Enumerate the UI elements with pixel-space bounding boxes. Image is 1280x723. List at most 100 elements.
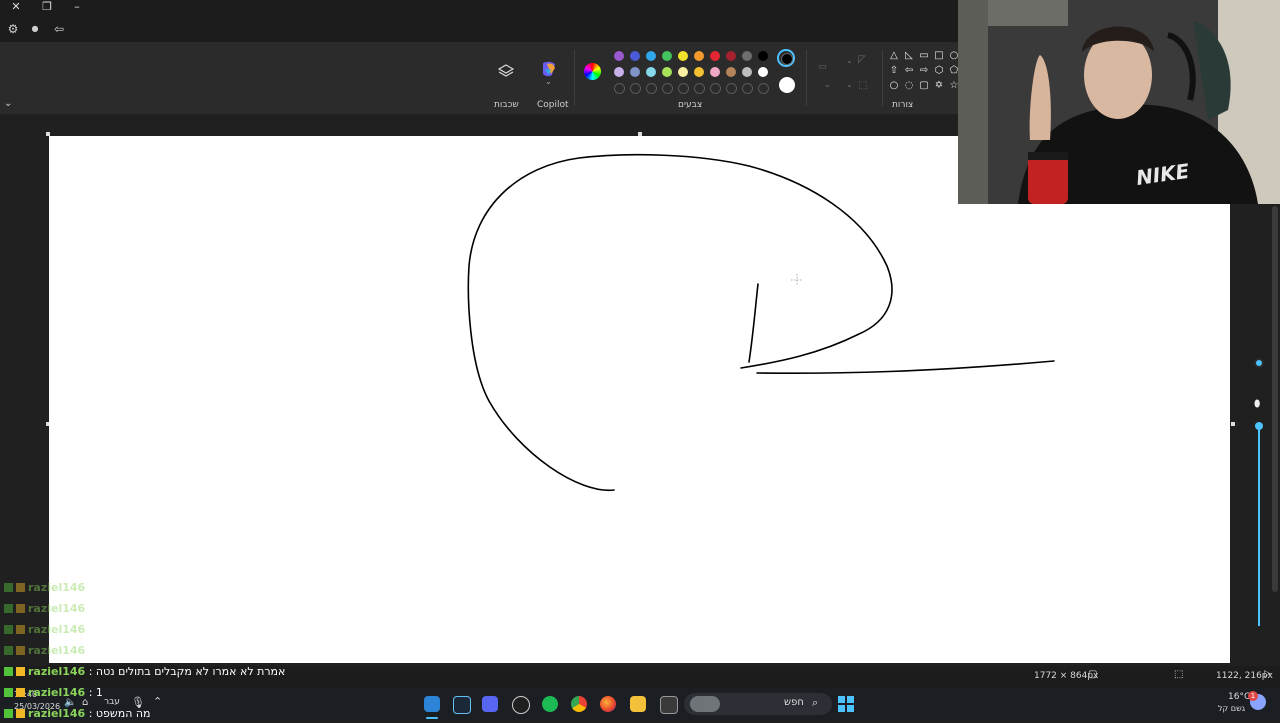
palette-swatch[interactable] bbox=[662, 51, 672, 61]
clock-date: 25/03/2026 bbox=[14, 702, 61, 711]
palette-swatch[interactable] bbox=[662, 67, 672, 77]
divider bbox=[882, 50, 883, 106]
resize-handle[interactable] bbox=[1231, 422, 1235, 426]
palette-swatch[interactable] bbox=[630, 67, 640, 77]
empty-swatch[interactable] bbox=[614, 83, 625, 94]
hexagon-shape-icon[interactable]: ⬡ bbox=[934, 66, 944, 76]
language-indicator[interactable]: עבר bbox=[104, 697, 120, 707]
palette-swatch[interactable] bbox=[726, 67, 736, 77]
account-icon[interactable]: ● bbox=[26, 20, 44, 38]
empty-swatch[interactable] bbox=[742, 83, 753, 94]
steam-icon[interactable] bbox=[453, 696, 471, 714]
palette-swatch[interactable] bbox=[710, 51, 720, 61]
fill-chevron-icon[interactable]: ⌄ bbox=[824, 80, 831, 89]
volume-icon[interactable]: 🔈 bbox=[64, 697, 76, 708]
shape-fill-icon[interactable]: ⬚ bbox=[858, 80, 867, 91]
palette-swatch[interactable] bbox=[742, 51, 752, 61]
search-highlight-icon bbox=[690, 696, 720, 712]
empty-swatch[interactable] bbox=[646, 83, 657, 94]
search-box[interactable]: חפש ⌕ bbox=[684, 693, 832, 715]
notification-badge: 1 bbox=[1248, 691, 1258, 701]
drop-icon: ⬮ bbox=[1254, 399, 1261, 410]
network-icon[interactable]: ⌂ bbox=[82, 697, 88, 708]
square-shape-icon[interactable]: □ bbox=[934, 51, 944, 61]
selection-icon: ⬚ bbox=[1174, 669, 1184, 680]
arrow-left-shape-icon[interactable]: ⇦ bbox=[904, 66, 914, 76]
palette-swatch[interactable] bbox=[758, 67, 768, 77]
palette-swatch[interactable] bbox=[646, 67, 656, 77]
search-icon: ⌕ bbox=[812, 696, 819, 709]
palette-swatch[interactable] bbox=[726, 51, 736, 61]
palette-swatch[interactable] bbox=[694, 51, 704, 61]
palette-swatch[interactable] bbox=[694, 67, 704, 77]
zoom-slider[interactable]: ⬮ bbox=[1252, 360, 1266, 630]
secondary-color[interactable] bbox=[779, 77, 795, 93]
copilot-chevron-icon[interactable]: ⌄ bbox=[545, 77, 552, 86]
restore-icon[interactable]: ❐ bbox=[38, 0, 56, 14]
empty-swatch[interactable] bbox=[662, 83, 673, 94]
arrow-right-shape-icon[interactable]: ⇨ bbox=[919, 66, 929, 76]
palette-swatch[interactable] bbox=[710, 67, 720, 77]
arrow-up-shape-icon[interactable]: ⇧ bbox=[889, 66, 899, 76]
paint-app-icon[interactable] bbox=[424, 696, 440, 712]
outline-chevron-icon[interactable]: ⌄ bbox=[846, 56, 853, 65]
palette-swatch[interactable] bbox=[678, 51, 688, 61]
primary-color[interactable] bbox=[777, 49, 795, 67]
palette-swatch[interactable] bbox=[630, 51, 640, 61]
empty-swatch[interactable] bbox=[678, 83, 689, 94]
tray-overflow-icon[interactable]: ⌃ bbox=[153, 695, 162, 708]
start-icon[interactable] bbox=[838, 696, 854, 712]
empty-swatch[interactable] bbox=[758, 83, 769, 94]
color-palette bbox=[612, 50, 772, 100]
vertical-scrollbar[interactable] bbox=[1272, 206, 1278, 592]
palette-swatch[interactable] bbox=[742, 67, 752, 77]
weather-desc[interactable]: גשם קל bbox=[1218, 704, 1245, 713]
palette-swatch[interactable] bbox=[678, 67, 688, 77]
drawing-canvas[interactable] bbox=[49, 136, 1230, 663]
size-chevron-icon[interactable]: ⌄ bbox=[846, 80, 853, 89]
empty-swatch[interactable] bbox=[726, 83, 737, 94]
round-callout-shape-icon[interactable]: ◌ bbox=[904, 81, 914, 91]
layers-icon[interactable] bbox=[496, 62, 516, 82]
weather-temp[interactable]: 16°C bbox=[1228, 692, 1250, 702]
palette-swatch[interactable] bbox=[614, 51, 624, 61]
empty-swatch[interactable] bbox=[710, 83, 721, 94]
ribbon: ⌄ שכבות ⌄ Copilot צבעים ▭ ⌄ ◸ ⌄ ⌄ ⬚ △ ◺ … bbox=[0, 42, 958, 114]
share-icon[interactable]: ⇦ bbox=[50, 20, 68, 38]
layers-label: שכבות bbox=[494, 100, 519, 110]
empty-swatch[interactable] bbox=[630, 83, 641, 94]
task-view-icon[interactable] bbox=[660, 696, 678, 714]
firefox-icon[interactable] bbox=[600, 696, 616, 712]
empty-swatch[interactable] bbox=[694, 83, 705, 94]
shapes-label: צורות bbox=[892, 100, 914, 110]
rect-callout-shape-icon[interactable]: ▢ bbox=[919, 81, 929, 91]
obs-icon[interactable] bbox=[512, 696, 530, 714]
triangle-shape-icon[interactable]: △ bbox=[889, 51, 899, 61]
palette-swatch[interactable] bbox=[758, 51, 768, 61]
outline-icon[interactable]: ▭ bbox=[818, 62, 834, 74]
fill-icon[interactable]: ◸ bbox=[858, 54, 866, 65]
star-six-shape-icon[interactable]: ✡ bbox=[934, 81, 944, 91]
color-wheel-icon[interactable] bbox=[584, 63, 601, 80]
slider-thumb[interactable] bbox=[1255, 422, 1263, 430]
minimize-icon[interactable]: – bbox=[68, 0, 86, 14]
palette-swatch[interactable] bbox=[646, 51, 656, 61]
chrome-icon[interactable] bbox=[571, 696, 587, 712]
discord-icon[interactable] bbox=[482, 696, 498, 712]
slider-track[interactable] bbox=[1258, 426, 1260, 626]
active-indicator bbox=[426, 717, 438, 719]
right-triangle-shape-icon[interactable]: ◺ bbox=[904, 51, 914, 61]
slider-thumb-top[interactable] bbox=[1256, 360, 1262, 366]
file-explorer-icon[interactable] bbox=[630, 696, 646, 712]
spotify-icon[interactable] bbox=[542, 696, 558, 712]
close-icon[interactable]: ✕ bbox=[7, 0, 25, 14]
settings-icon[interactable]: ⚙ bbox=[4, 20, 22, 38]
ribbon-collapse-icon[interactable]: ⌄ bbox=[4, 98, 12, 109]
microphone-icon[interactable]: 🎙 bbox=[131, 696, 145, 709]
copilot-icon[interactable] bbox=[539, 59, 559, 79]
rectangle-shape-icon[interactable]: ▭ bbox=[919, 51, 929, 61]
palette-swatch[interactable] bbox=[614, 67, 624, 77]
clock-time: 17:40 bbox=[14, 690, 38, 699]
taskbar: 17:40 25/03/2026 🔈 ⌂ עבר 🎙 ⌃ חפש ⌕ 16°C … bbox=[0, 688, 1280, 720]
oval-callout-shape-icon[interactable]: ○ bbox=[889, 81, 899, 91]
